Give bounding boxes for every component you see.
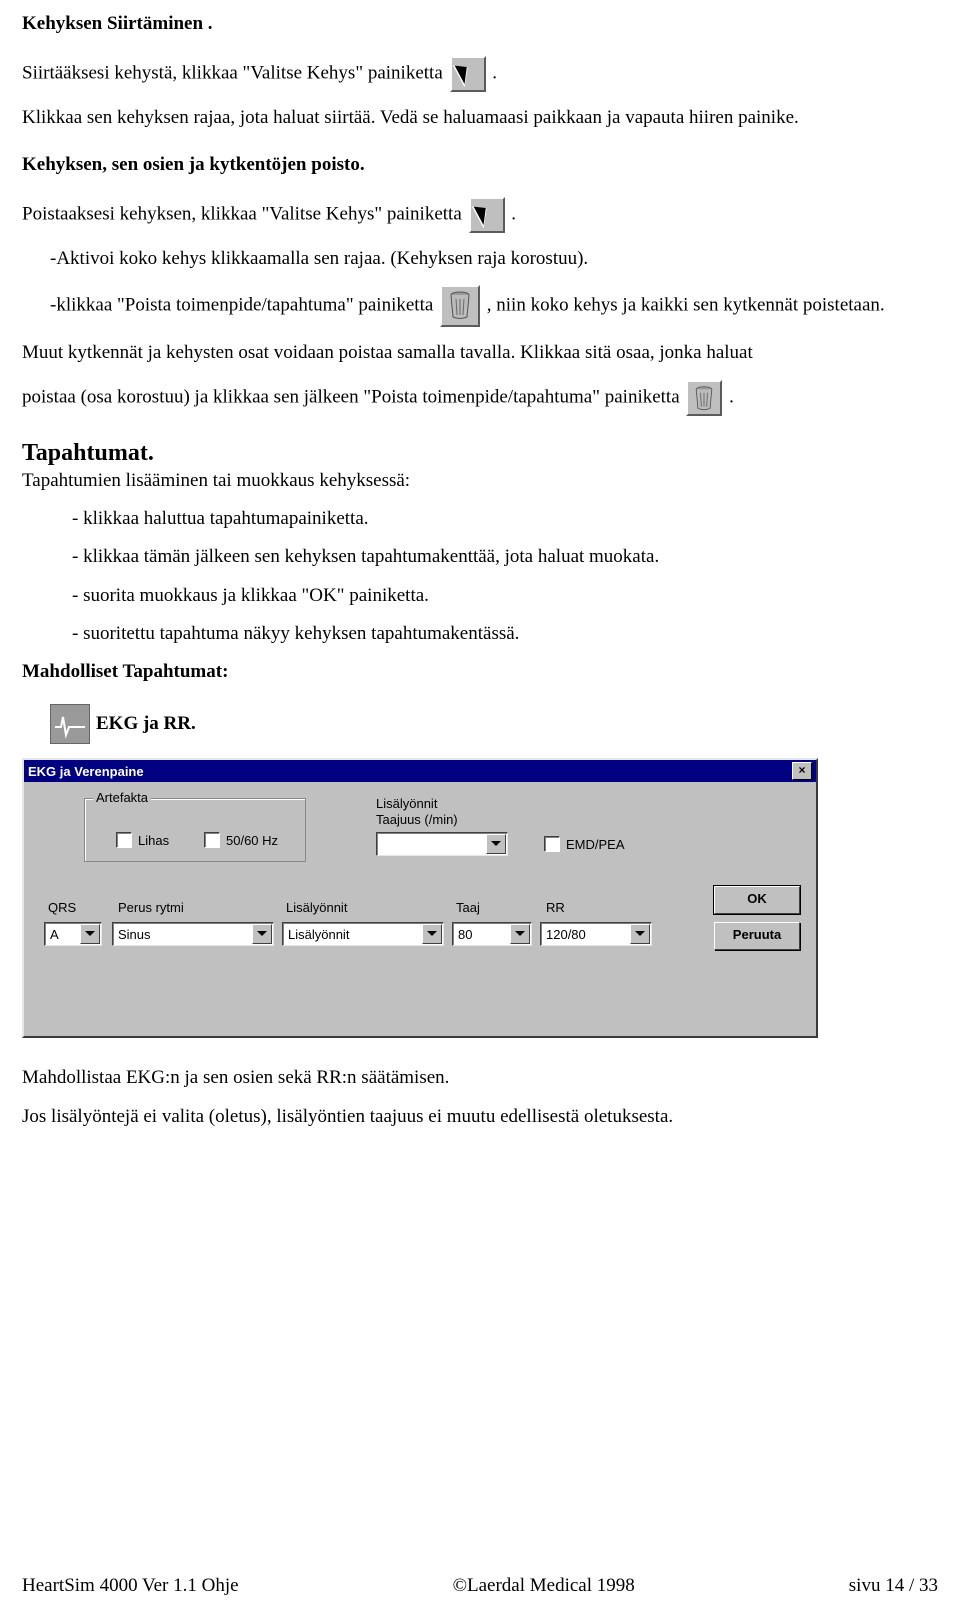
checkbox-label: 50/60 Hz — [226, 833, 278, 848]
heading-tapahtumat: Tapahtumat. — [22, 440, 938, 467]
heading-kehyksen-poisto: Kehyksen, sen osien ja kytkentöjen poist… — [22, 153, 938, 177]
checkbox-50-60hz[interactable]: 50/60 Hz — [204, 832, 278, 848]
text: Siirtääksesi kehystä, klikkaa "Valitse K… — [22, 63, 448, 84]
heading-ekg-rr: EKG ja RR. — [96, 712, 196, 736]
combo-qrs[interactable]: A — [44, 922, 102, 946]
footer-center: ©Laerdal Medical 1998 — [453, 1575, 635, 1597]
paragraph: Klikkaa sen kehyksen rajaa, jota haluat … — [22, 106, 938, 130]
combo-lisalyonnit[interactable]: Lisälyönnit — [282, 922, 444, 946]
cursor-arrow-icon — [450, 56, 486, 92]
groupbox-artefakta: Artefakta — [84, 798, 306, 862]
paragraph: Poistaaksesi kehyksen, klikkaa "Valitse … — [22, 197, 938, 233]
list-item: - klikkaa tämän jälkeen sen kehyksen tap… — [72, 545, 938, 569]
close-icon[interactable]: × — [792, 762, 812, 780]
text: poistaa (osa korostuu) ja klikkaa sen jä… — [22, 386, 684, 407]
combo-lisalyonnit-top[interactable] — [376, 832, 508, 856]
text: . — [729, 386, 734, 407]
combo-value: 80 — [453, 927, 509, 942]
paragraph: Mahdollistaa EKG:n ja sen osien sekä RR:… — [22, 1066, 938, 1090]
combo-value: Sinus — [113, 927, 251, 942]
text: , niin koko kehys ja kaikki sen kytkennä… — [487, 295, 885, 316]
cursor-arrow-icon — [469, 197, 505, 233]
footer-left: HeartSim 4000 Ver 1.1 Ohje — [22, 1575, 239, 1597]
ok-button[interactable]: OK — [714, 886, 800, 914]
list-item: - suorita muokkaus ja klikkaa "OK" paini… — [72, 584, 938, 608]
paragraph: -klikkaa "Poista toimenpide/tapahtuma" p… — [50, 285, 938, 327]
list-item: - suoritettu tapahtuma näkyy kehyksen ta… — [72, 622, 938, 646]
checkbox-icon[interactable] — [204, 832, 220, 848]
checkbox-label: Lihas — [138, 833, 169, 848]
chevron-down-icon[interactable] — [486, 834, 506, 854]
groupbox-label: Artefakta — [93, 790, 151, 805]
paragraph: Siirtääksesi kehystä, klikkaa "Valitse K… — [22, 56, 938, 92]
footer-right: sivu 14 / 33 — [849, 1575, 938, 1597]
checkbox-icon[interactable] — [544, 836, 560, 852]
text: -klikkaa "Poista toimenpide/tapahtuma" p… — [50, 295, 438, 316]
cancel-button[interactable]: Peruuta — [714, 922, 800, 950]
trash-icon — [686, 380, 722, 416]
paragraph: Muut kytkennät ja kehysten osat voidaan … — [22, 341, 938, 365]
text: . — [511, 203, 516, 224]
dialog-title: EKG ja Verenpaine — [28, 764, 144, 779]
label-perus-rytmi: Perus rytmi — [118, 900, 184, 915]
label-taaj: Taaj — [456, 900, 480, 915]
chevron-down-icon[interactable] — [630, 924, 650, 944]
paragraph: Jos lisälyöntejä ei valita (oletus), lis… — [22, 1105, 938, 1129]
dialog-ekg-verenpaine: EKG ja Verenpaine × Artefakta Lihas 50/6… — [22, 758, 818, 1038]
ekg-icon — [50, 704, 90, 744]
trash-icon — [440, 285, 480, 327]
paragraph: Tapahtumien lisääminen tai muokkaus kehy… — [22, 469, 938, 493]
label-lisalyonnit-top: Lisälyönnit — [376, 796, 437, 811]
page-footer: HeartSim 4000 Ver 1.1 Ohje ©Laerdal Medi… — [22, 1575, 938, 1597]
chevron-down-icon[interactable] — [422, 924, 442, 944]
checkbox-emd-pea[interactable]: EMD/PEA — [544, 836, 625, 852]
heading-mahdolliset-tapahtumat: Mahdolliset Tapahtumat: — [22, 660, 938, 684]
chevron-down-icon[interactable] — [510, 924, 530, 944]
checkbox-icon[interactable] — [116, 832, 132, 848]
text: . — [492, 63, 497, 84]
combo-value: Lisälyönnit — [283, 927, 421, 942]
checkbox-label: EMD/PEA — [566, 837, 625, 852]
label-qrs: QRS — [48, 900, 76, 915]
combo-taaj[interactable]: 80 — [452, 922, 532, 946]
list-item: - klikkaa haluttua tapahtumapainiketta. — [72, 507, 938, 531]
titlebar: EKG ja Verenpaine × — [24, 760, 816, 782]
chevron-down-icon[interactable] — [80, 924, 100, 944]
combo-perus-rytmi[interactable]: Sinus — [112, 922, 274, 946]
text: Poistaaksesi kehyksen, klikkaa "Valitse … — [22, 203, 467, 224]
label-rr: RR — [546, 900, 565, 915]
chevron-down-icon[interactable] — [252, 924, 272, 944]
combo-rr[interactable]: 120/80 — [540, 922, 652, 946]
paragraph: -Aktivoi koko kehys klikkaamalla sen raj… — [50, 247, 938, 271]
heading-kehyksen-siirtaminen: Kehyksen Siirtäminen . — [22, 12, 938, 36]
paragraph: poistaa (osa korostuu) ja klikkaa sen jä… — [22, 380, 938, 416]
label-lisalyonnit: Lisälyönnit — [286, 900, 347, 915]
combo-value: A — [45, 927, 79, 942]
label-taajuus-top: Taajuus (/min) — [376, 812, 458, 827]
checkbox-lihas[interactable]: Lihas — [116, 832, 169, 848]
combo-value: 120/80 — [541, 927, 629, 942]
